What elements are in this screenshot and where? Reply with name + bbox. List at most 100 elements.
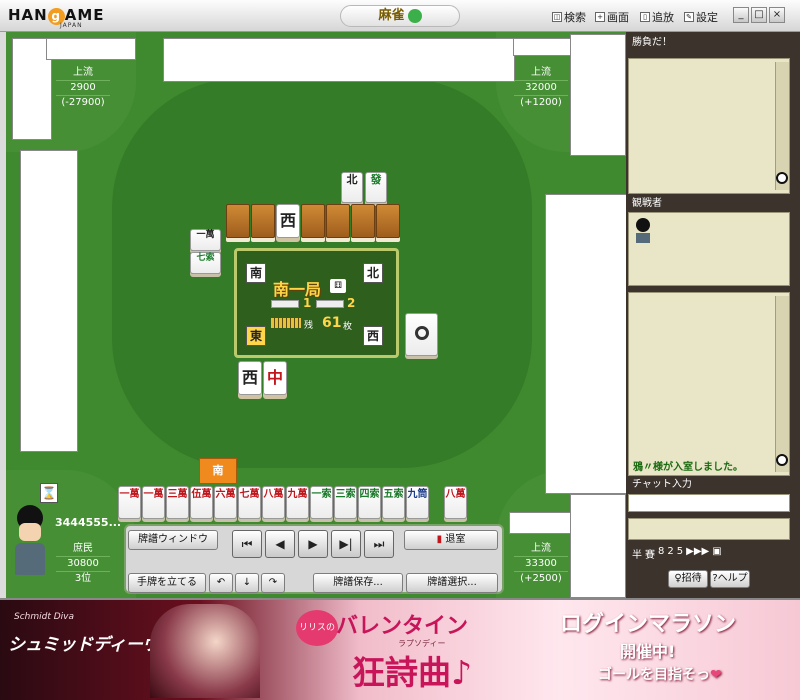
- option-icon[interactable]: 半: [632, 546, 642, 561]
- player-name-bottom-right: [509, 512, 573, 534]
- rewind-button[interactable]: ⏮: [232, 530, 262, 558]
- play-button[interactable]: ▶: [298, 530, 328, 558]
- arrow-down-icon[interactable]: ↓: [235, 573, 259, 593]
- wall-revealed-tile: 西: [276, 204, 300, 238]
- option-icon[interactable]: 2: [667, 546, 673, 561]
- hand-tile[interactable]: 三萬: [166, 486, 189, 519]
- player-info-self: 庶民 30800 3位: [52, 542, 114, 586]
- chat-scrollbar[interactable]: [775, 296, 789, 472]
- player-info-bottom-right: 上流 33300 (+2500): [510, 542, 572, 586]
- banner-headline: バレンタイン: [336, 614, 469, 639]
- menu-settings[interactable]: ✎ 設定: [684, 9, 718, 25]
- hand-tile[interactable]: 四索: [358, 486, 381, 519]
- player-area-top: [163, 38, 515, 82]
- hand-tile[interactable]: 一萬: [118, 486, 141, 519]
- player-info-top-right: 上流 32000 (+1200): [510, 66, 572, 110]
- logo-subtitle: JAPAN: [60, 22, 83, 29]
- log-window-button[interactable]: 牌譜ウィンドウ: [128, 530, 218, 550]
- invite-icon: ♀: [674, 573, 682, 584]
- player-rank: 庶民: [73, 543, 93, 554]
- menu-screen-label: 画面: [607, 11, 629, 24]
- menu-screen[interactable]: + 画面: [595, 9, 629, 25]
- hand-tile[interactable]: 六萬: [214, 486, 237, 519]
- hand-tile[interactable]: 八萬: [444, 486, 467, 519]
- spectator-avatar[interactable]: [634, 218, 652, 244]
- invite-button[interactable]: ♀招待: [668, 570, 708, 588]
- rotate-left-icon[interactable]: ↶: [209, 573, 233, 593]
- wall-tile: [226, 204, 250, 238]
- leaf-icon: [407, 8, 422, 23]
- option-icon[interactable]: 賽: [645, 546, 655, 561]
- option-icon[interactable]: 5: [677, 546, 683, 561]
- wall-remain-icon: [271, 318, 301, 328]
- spectators-header: 観戦者: [632, 198, 662, 209]
- close-button[interactable]: ×: [769, 7, 785, 23]
- hand-tile[interactable]: 一索: [310, 486, 333, 519]
- hand-tile[interactable]: 九筒: [406, 486, 429, 519]
- chat-input-header: チャット入力: [632, 479, 692, 490]
- search-icon: ◫: [552, 12, 562, 22]
- seat-south: 西: [363, 326, 383, 346]
- game-message-box: [628, 58, 790, 194]
- hand-tile[interactable]: 七萬: [238, 486, 261, 519]
- discard-tile: 中: [263, 361, 287, 395]
- banner-campaign: ログインマラソン: [560, 612, 737, 637]
- stand-hand-button[interactable]: 手牌を立てる: [128, 573, 206, 593]
- wall-tile: [301, 204, 325, 238]
- hand-tile[interactable]: 伍萬: [190, 486, 213, 519]
- hand-tile[interactable]: 八萬: [262, 486, 285, 519]
- tile-face: 中: [266, 368, 283, 387]
- menu-kick[interactable]: ▯ 追放: [640, 9, 674, 25]
- seat-west: 北: [363, 263, 383, 283]
- minimize-button[interactable]: _: [733, 7, 749, 23]
- chat-log: [628, 292, 790, 476]
- player-name-top-left: [46, 38, 136, 60]
- option-icon[interactable]: ▣: [712, 546, 721, 561]
- fast-forward-button[interactable]: ⏭: [364, 530, 394, 558]
- tile-face: 七索: [196, 253, 215, 263]
- remain-label: 残: [304, 321, 314, 331]
- self-player-id: 3444555...: [55, 516, 122, 529]
- exit-room-button[interactable]: ▮ 退室: [404, 530, 498, 550]
- wall-tile: [376, 204, 400, 238]
- hand-tile[interactable]: 五索: [382, 486, 405, 519]
- menu-kick-label: 追放: [652, 11, 674, 24]
- panel-header: 勝負だ！: [632, 37, 672, 48]
- banner-subline: 狂詩曲♪: [352, 653, 473, 692]
- menu-search[interactable]: ◫ 検索: [552, 9, 586, 25]
- step-back-button[interactable]: ◀: [265, 530, 295, 558]
- player-area-left: [20, 150, 78, 452]
- rotate-right-icon[interactable]: ↷: [261, 573, 285, 593]
- player-area-right: [545, 194, 633, 494]
- self-avatar: [10, 505, 50, 591]
- tile-face: 西: [279, 211, 296, 230]
- option-icon[interactable]: 8: [658, 546, 664, 561]
- hand-tile[interactable]: 九萬: [286, 486, 309, 519]
- maximize-button[interactable]: □: [751, 7, 767, 23]
- help-label: ヘルプ: [717, 573, 748, 584]
- wall-tile: [326, 204, 350, 238]
- help-button[interactable]: ?ヘルプ: [710, 570, 750, 588]
- dice-icon: ⚅: [330, 279, 346, 293]
- hand-tile[interactable]: 一萬: [142, 486, 165, 519]
- player-diff: (+2500): [520, 573, 562, 584]
- heart-badge: リリスの: [296, 610, 338, 646]
- player-rank: 上流: [531, 543, 551, 554]
- discard-tile: 發: [365, 172, 387, 203]
- step-forward-button[interactable]: ▶|: [331, 530, 361, 558]
- select-log-button[interactable]: 牌譜選択...: [406, 573, 498, 593]
- log-window-label: 牌譜ウィンドウ: [138, 534, 208, 545]
- right-player-discard: [405, 313, 438, 356]
- banner-goal-text: ゴールを目指そっ: [598, 667, 710, 683]
- chat-input[interactable]: [628, 494, 790, 512]
- save-log-button[interactable]: 牌譜保存...: [313, 573, 403, 593]
- player-score: 33300: [525, 558, 557, 569]
- tile-face: 一萬: [196, 230, 215, 240]
- option-icon[interactable]: ▶▶▶: [686, 546, 709, 561]
- honba-stick-icon: [271, 300, 299, 308]
- chat-send-area[interactable]: [628, 518, 790, 540]
- hangame-logo: HAN g AME: [8, 6, 105, 25]
- player-place: 3位: [74, 573, 92, 584]
- message-scrollbar[interactable]: [775, 62, 789, 190]
- hand-tile[interactable]: 三索: [334, 486, 357, 519]
